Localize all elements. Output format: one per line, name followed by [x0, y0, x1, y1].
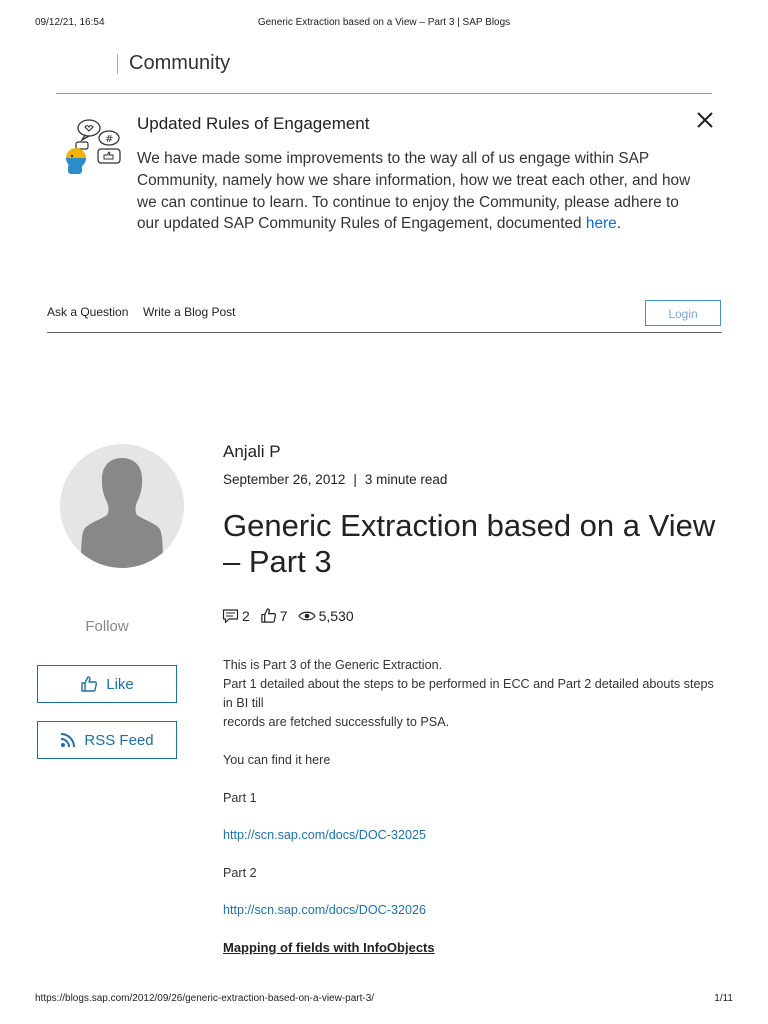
write-blog-link[interactable]: Write a Blog Post	[143, 305, 235, 319]
post-meta: September 26, 2012 | 3 minute read	[223, 472, 447, 487]
body-line: records are fetched successfully to PSA.	[223, 715, 450, 729]
part2-label: Part 2	[223, 866, 257, 880]
engagement-link[interactable]: here	[586, 215, 617, 232]
thumbs-up-icon	[261, 608, 276, 623]
follow-button[interactable]: Follow	[60, 618, 154, 635]
engagement-title: Updated Rules of Engagement	[137, 114, 370, 133]
author-name[interactable]: Anjali P	[223, 442, 281, 462]
post-stats: 2 7 5,530	[222, 607, 364, 624]
read-time: 3 minute read	[364, 472, 448, 487]
part2-link[interactable]: http://scn.sap.com/docs/DOC-32026	[223, 901, 723, 920]
section-heading-link[interactable]: Mapping of fields with InfoObjects	[223, 938, 435, 957]
body-line: Part 1 detailed about the steps to be pe…	[223, 677, 714, 710]
login-button[interactable]: Login	[645, 300, 721, 326]
close-icon[interactable]	[693, 108, 717, 132]
community-title[interactable]: Community	[129, 52, 230, 75]
avatar-silhouette-icon	[81, 458, 163, 568]
view-count-value: 5,530	[318, 607, 354, 624]
nav-rule	[47, 332, 722, 333]
rss-label: RSS Feed	[84, 731, 154, 749]
eye-icon	[297, 611, 316, 620]
part1-label: Part 1	[223, 791, 257, 805]
post-date: September 26, 2012	[223, 472, 346, 487]
body-find-text: You can find it here	[223, 753, 331, 767]
thumbs-up-icon	[81, 676, 98, 692]
comment-icon	[222, 608, 239, 623]
post-title: Generic Extraction based on a View – Par…	[223, 508, 716, 579]
view-count: 5,530	[297, 607, 354, 624]
body-paragraph: This is Part 3 of the Generic Extraction…	[223, 656, 723, 732]
rss-feed-button[interactable]: RSS Feed	[37, 721, 177, 759]
ask-question-link[interactable]: Ask a Question	[47, 305, 128, 319]
rss-icon	[61, 733, 76, 748]
svg-text:#: #	[105, 134, 113, 145]
like-count[interactable]: 7	[260, 607, 288, 624]
comment-count-value: 2	[242, 607, 250, 624]
meta-separator: |	[353, 472, 357, 487]
comment-count[interactable]: 2	[222, 608, 250, 624]
like-count-value: 7	[279, 607, 288, 624]
body-line: This is Part 3 of the Generic Extraction…	[223, 658, 443, 672]
print-url: https://blogs.sap.com/2012/09/26/generic…	[35, 993, 375, 1004]
like-label: Like	[106, 675, 134, 693]
engagement-illustration-icon: #	[66, 119, 121, 174]
engagement-trailing: .	[616, 215, 621, 233]
header-divider	[117, 54, 118, 74]
print-page-number: 1/11	[714, 993, 733, 1004]
print-page-title: Generic Extraction based on a View – Par…	[257, 17, 511, 28]
header-rule	[56, 93, 712, 94]
like-button[interactable]: Like	[37, 665, 177, 703]
avatar	[60, 444, 184, 568]
part1-link[interactable]: http://scn.sap.com/docs/DOC-32025	[223, 826, 723, 845]
engagement-text: We have made some improvements to the wa…	[137, 148, 697, 235]
